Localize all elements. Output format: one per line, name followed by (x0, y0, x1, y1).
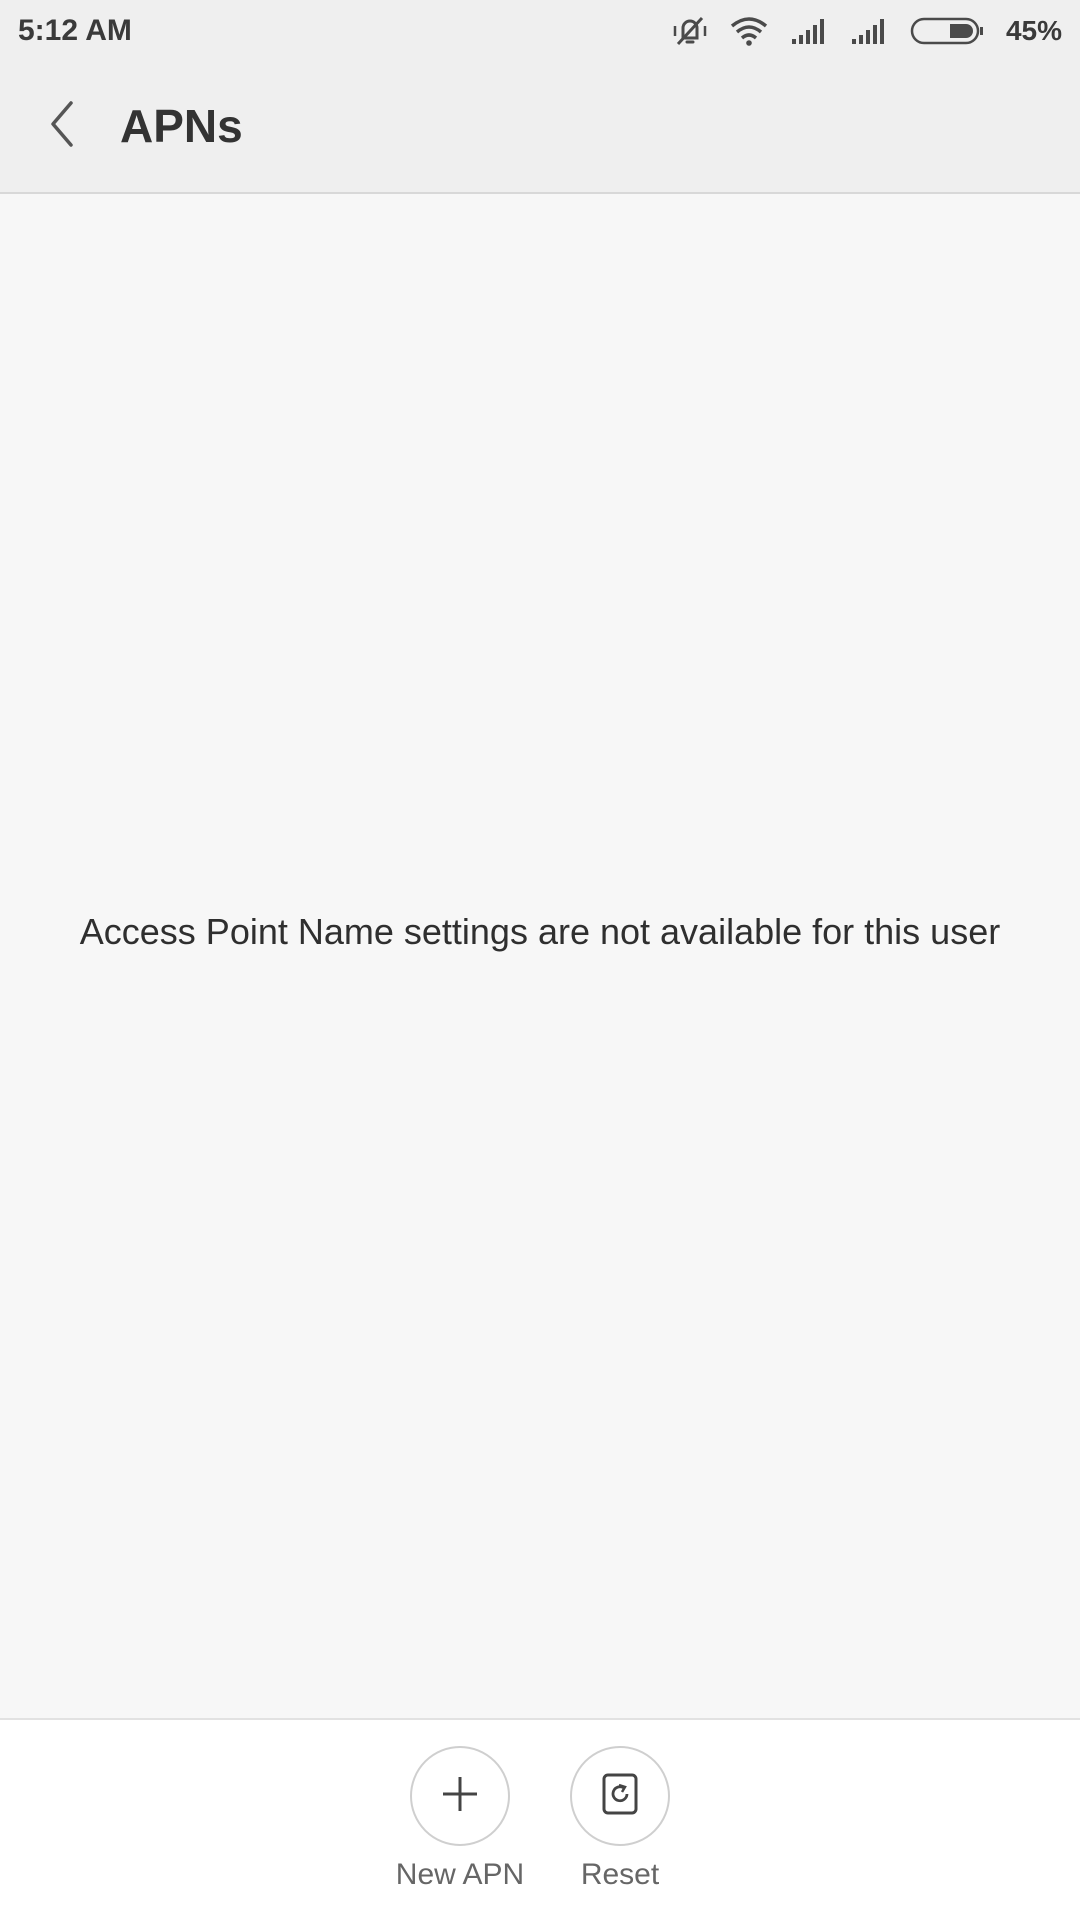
reset-circle[interactable] (570, 1746, 670, 1846)
reset-icon (600, 1772, 640, 1821)
new-apn-button[interactable]: New APN (380, 1746, 540, 1892)
status-icons: 45% (672, 0, 1062, 62)
new-apn-circle[interactable] (410, 1746, 510, 1846)
status-time: 5:12 AM (18, 14, 132, 47)
page-title: APNs (120, 100, 243, 152)
app-header: APNs (0, 62, 1080, 194)
bottom-action-bar: New APN Reset (0, 1718, 1080, 1920)
empty-state-message: Access Point Name settings are not avail… (79, 911, 1001, 952)
wifi-icon (730, 16, 768, 46)
vibrate-off-icon (672, 14, 708, 48)
new-apn-label: New APN (395, 1858, 525, 1891)
plus-icon (440, 1774, 480, 1819)
status-bar: 5:12 AM 45% (0, 0, 1080, 62)
chevron-left-icon (45, 99, 79, 154)
reset-button[interactable]: Reset (540, 1746, 700, 1892)
battery-percent: 45% (1005, 15, 1062, 46)
reset-label: Reset (580, 1858, 660, 1891)
battery-icon (910, 16, 984, 46)
signal-icon (790, 17, 828, 45)
signal-icon (850, 17, 888, 45)
back-button[interactable] (30, 86, 94, 166)
